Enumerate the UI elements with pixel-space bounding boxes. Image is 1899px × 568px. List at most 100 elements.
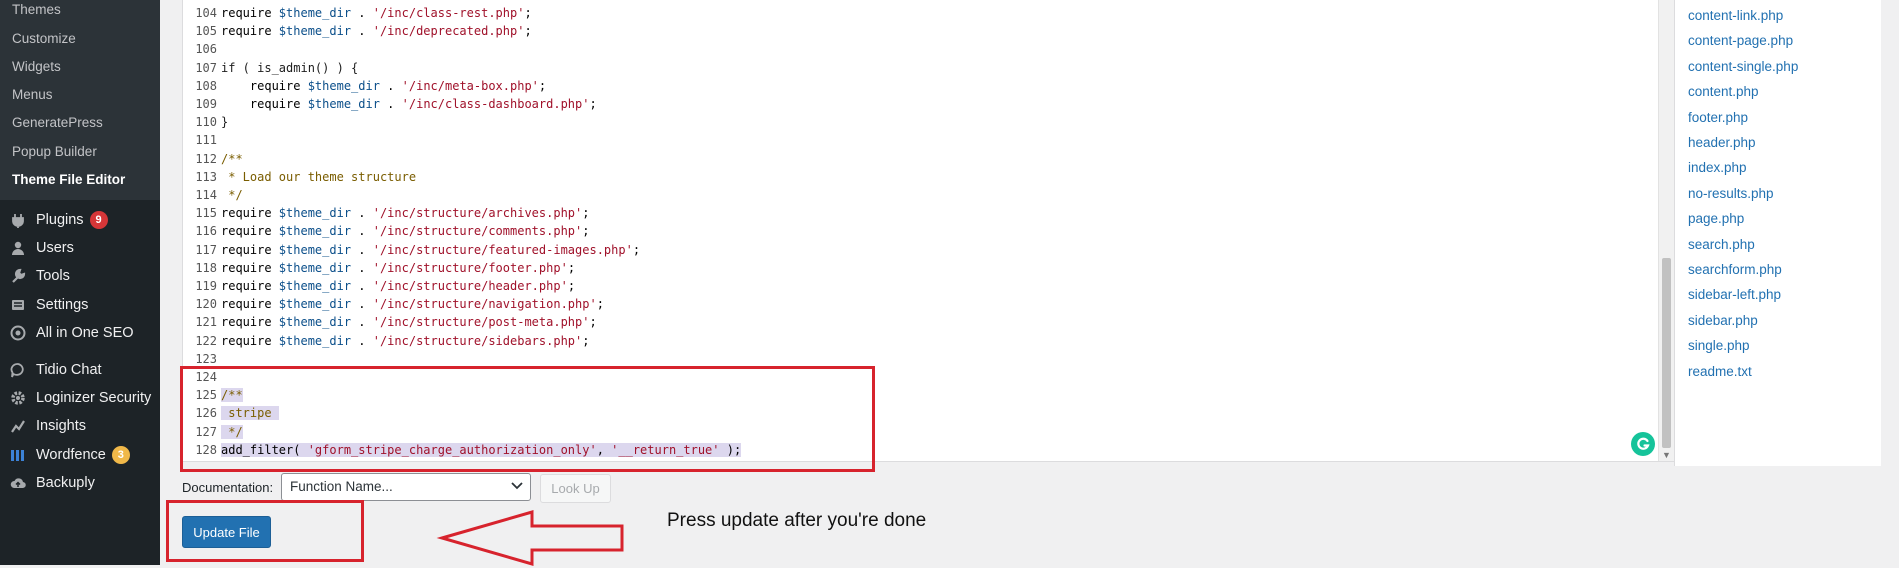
function-name-select[interactable]: Function Name... (281, 473, 531, 501)
code-line[interactable]: 117 require $theme_dir . '/inc/structure/… (183, 241, 1658, 259)
admin-sidebar: Themes Customize Widgets Menus GeneratePress… (0, 0, 160, 565)
line-number: 109 (195, 97, 217, 111)
code-line[interactable]: 106 (183, 40, 1658, 58)
editor-scrollbar[interactable]: ▼ (1658, 0, 1674, 461)
code-line[interactable]: 108 require $theme_dir . '/inc/meta-box.… (183, 77, 1658, 95)
arrow-annotation (436, 510, 624, 566)
settings-icon (0, 297, 36, 313)
sidebar-item-all-in-one-seo[interactable]: All in One SEO (0, 316, 160, 350)
code-text: require $theme_dir . '/inc/structure/nav… (221, 297, 604, 312)
theme-file-link[interactable]: content.php (1688, 84, 1759, 99)
code-text: require $theme_dir . '/inc/structure/fea… (221, 242, 641, 257)
code-line[interactable]: 119 require $theme_dir . '/inc/structure/… (183, 277, 1658, 295)
code-text: if ( is_admin() ) { (221, 60, 359, 75)
editor-scroll-thumb[interactable] (1662, 258, 1671, 448)
submenu-item-customize[interactable]: Customize (12, 31, 76, 46)
theme-file-link[interactable]: readme.txt (1688, 364, 1752, 379)
submenu-item-generatepress[interactable]: GeneratePress (12, 115, 103, 130)
theme-file-link[interactable]: footer.php (1688, 110, 1748, 125)
file-list-scrollbar[interactable] (1881, 0, 1899, 466)
code-line[interactable]: 120 require $theme_dir . '/inc/structure/… (183, 295, 1658, 313)
theme-file-link[interactable]: sidebar.php (1688, 313, 1758, 328)
users-icon (0, 240, 36, 256)
code-line[interactable]: 114 */ (183, 186, 1658, 204)
code-text: require $theme_dir . '/inc/structure/foo… (221, 260, 576, 275)
sidebar-item-label: Settings (36, 297, 89, 313)
line-number: 111 (195, 133, 217, 148)
scroll-down-arrow-icon[interactable]: ▼ (1662, 450, 1671, 460)
theme-file-link[interactable]: no-results.php (1688, 186, 1774, 201)
line-number: 107 (195, 60, 217, 75)
theme-file-link[interactable]: searchform.php (1688, 262, 1782, 277)
code-line[interactable]: 115 require $theme_dir . '/inc/structure/… (183, 204, 1658, 222)
submenu-item-widgets[interactable]: Widgets (12, 59, 61, 74)
sidebar-item-label: Wordfence (36, 447, 106, 463)
gear-icon (0, 390, 36, 406)
code-text: * Load our theme structure (221, 169, 417, 184)
theme-files-list: content-link.php content-page.php content-… (1674, 0, 1882, 466)
wordfence-icon (0, 447, 36, 463)
function-select-value: Function Name... (290, 479, 393, 494)
update-count-badge: 3 (111, 446, 130, 464)
theme-file-link[interactable]: header.php (1688, 135, 1756, 150)
code-line[interactable]: 121 require $theme_dir . '/inc/structure/… (183, 313, 1658, 331)
update-file-button[interactable]: Update File (182, 516, 271, 548)
grammarly-icon[interactable] (1631, 432, 1655, 456)
sidebar-item-label: All in One SEO (36, 325, 134, 341)
submenu-item-themes[interactable]: Themes (12, 2, 61, 17)
code-line[interactable]: 113 * Load our theme structure (183, 168, 1658, 186)
code-text: require $theme_dir . '/inc/class-rest.ph… (221, 6, 532, 20)
sidebar-item-backuply[interactable]: Backuply (0, 466, 160, 500)
chevron-down-icon (511, 482, 523, 490)
line-number: 114 (195, 188, 217, 202)
code-text: require $theme_dir . '/inc/class-dashboa… (221, 97, 597, 111)
theme-file-link[interactable]: sidebar-left.php (1688, 287, 1781, 302)
line-number: 112 (195, 151, 217, 166)
theme-file-link[interactable]: index.php (1688, 160, 1747, 175)
code-line[interactable]: 111 (183, 131, 1658, 149)
code-text: require $theme_dir . '/inc/structure/arc… (221, 206, 590, 221)
documentation-label: Documentation: (182, 480, 274, 495)
theme-file-link[interactable]: content-single.php (1688, 59, 1798, 74)
code-line[interactable]: 109 require $theme_dir . '/inc/class-das… (183, 95, 1658, 113)
sidebar-item-label: Backuply (36, 475, 95, 491)
line-number: 122 (195, 333, 217, 348)
code-text: /** (221, 151, 243, 166)
line-number: 119 (195, 279, 217, 293)
code-line[interactable]: 122 require $theme_dir . '/inc/structure/… (183, 332, 1658, 350)
code-line[interactable]: 110} (183, 113, 1658, 131)
code-line[interactable]: 107 if ( is_admin() ) { (183, 59, 1658, 77)
code-text: } (221, 115, 229, 130)
code-line[interactable]: 112 /** (183, 150, 1658, 168)
sidebar-item-label: Insights (36, 418, 86, 434)
line-number: 113 (195, 169, 217, 184)
code-line[interactable]: 118 require $theme_dir . '/inc/structure/… (183, 259, 1658, 277)
code-text: require $theme_dir . '/inc/structure/hea… (221, 279, 576, 293)
update-count-badge: 9 (89, 211, 108, 229)
line-number: 118 (195, 260, 217, 275)
line-number: 106 (195, 42, 217, 57)
wrench-icon (0, 268, 36, 284)
line-number: 116 (195, 224, 217, 239)
code-text: require $theme_dir . '/inc/structure/sid… (221, 333, 590, 348)
line-number: 104 (195, 6, 217, 20)
code-line[interactable]: 116 require $theme_dir . '/inc/structure/… (183, 222, 1658, 240)
insights-icon (0, 418, 36, 434)
code-text: require $theme_dir . '/inc/deprecated.ph… (221, 24, 532, 39)
sidebar-item-label: Loginizer Security (36, 390, 152, 406)
code-line[interactable]: 105 require $theme_dir . '/inc/deprecated… (183, 22, 1658, 40)
code-line[interactable]: 104 require $theme_dir . '/inc/class-rest… (183, 4, 1658, 22)
sidebar-item-label: Plugins (36, 212, 84, 228)
theme-file-link[interactable]: content-page.php (1688, 33, 1793, 48)
instruction-text: Press update after you're done (667, 510, 927, 531)
chat-icon (0, 362, 36, 378)
submenu-item-theme-file-editor[interactable]: Theme File Editor (12, 172, 125, 187)
look-up-button[interactable]: Look Up (540, 474, 611, 503)
theme-file-link[interactable]: search.php (1688, 237, 1755, 252)
theme-file-link[interactable]: page.php (1688, 211, 1744, 226)
theme-file-link[interactable]: single.php (1688, 338, 1750, 353)
theme-file-link[interactable]: content-link.php (1688, 8, 1783, 23)
submenu-item-popup-builder[interactable]: Popup Builder (12, 144, 97, 159)
appearance-submenu: Themes Customize Widgets Menus GeneratePress… (0, 0, 160, 200)
submenu-item-menus[interactable]: Menus (12, 87, 53, 102)
